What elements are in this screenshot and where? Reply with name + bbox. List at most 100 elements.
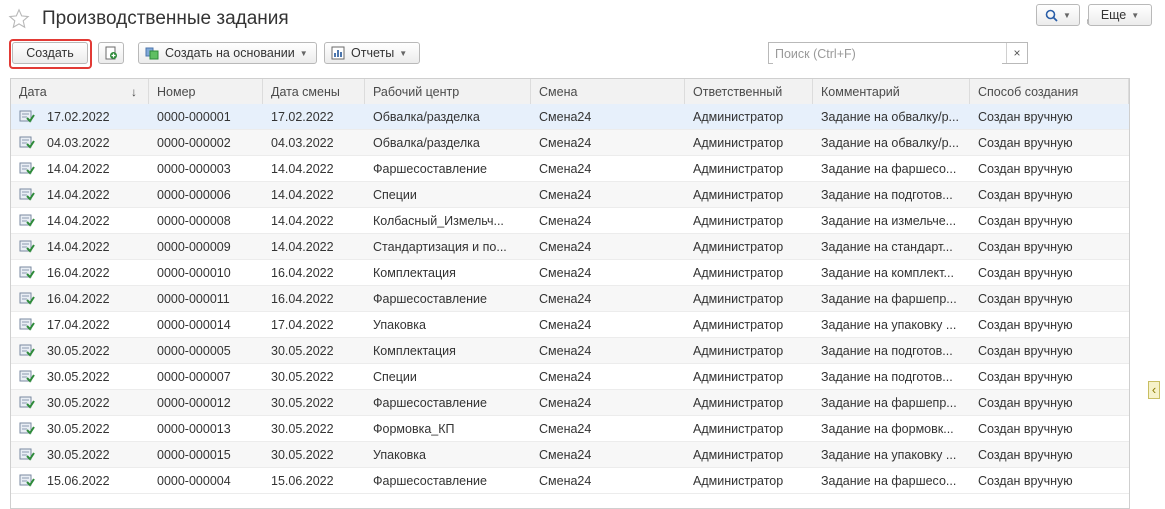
column-header-creation-method[interactable]: Способ создания <box>970 79 1129 105</box>
cell-responsible: Администратор <box>693 396 784 410</box>
cell-shift: Смена24 <box>539 448 592 462</box>
cell-shift: Смена24 <box>539 422 592 436</box>
cell-responsible: Администратор <box>693 188 784 202</box>
table-row[interactable]: 14.04.2022 0000-000009 14.04.2022 Стандарти… <box>11 234 1129 260</box>
cell-comment: Задание на фаршепр... <box>821 292 957 306</box>
more-button[interactable]: Еще ▼ <box>1088 4 1152 26</box>
cell-work-center: Упаковка <box>373 448 426 462</box>
cell-work-center: Фаршесоставление <box>373 292 487 306</box>
cell-number: 0000-000008 <box>157 214 231 228</box>
cell-number: 0000-000012 <box>157 396 231 410</box>
cell-comment: Задание на упаковку ... <box>821 318 957 332</box>
table-row[interactable]: 30.05.2022 0000-000013 30.05.2022 Формовка_… <box>11 416 1129 442</box>
cell-date: 30.05.2022 <box>47 422 110 436</box>
cell-shift: Смена24 <box>539 136 592 150</box>
table-row[interactable]: 30.05.2022 0000-000007 30.05.2022 Специи Сме… <box>11 364 1129 390</box>
column-header-shift-date[interactable]: Дата смены <box>263 79 365 105</box>
cell-shift: Смена24 <box>539 188 592 202</box>
table-row[interactable]: 30.05.2022 0000-000012 30.05.2022 Фаршесост… <box>11 390 1129 416</box>
column-header-shift[interactable]: Смена <box>531 79 685 105</box>
column-header-date[interactable]: Дата ↓ <box>11 79 149 105</box>
create-on-basis-icon <box>145 47 159 60</box>
document-posted-icon <box>19 214 35 227</box>
cell-creation-method: Создан вручную <box>978 110 1073 124</box>
cell-shift-date: 30.05.2022 <box>271 396 334 410</box>
reports-icon <box>331 46 345 60</box>
document-posted-icon <box>19 318 35 331</box>
table-row[interactable]: 17.02.2022 0000-000001 17.02.2022 Обвалка/р… <box>11 104 1129 130</box>
column-header-number[interactable]: Номер <box>149 79 263 105</box>
create-on-basis-button[interactable]: Создать на основании ▼ <box>138 42 317 64</box>
cell-date: 04.03.2022 <box>47 136 110 150</box>
create-on-basis-label: Создать на основании <box>165 46 295 60</box>
search-field[interactable]: × <box>768 42 1028 64</box>
cell-number: 0000-000001 <box>157 110 231 124</box>
cell-date: 30.05.2022 <box>47 344 110 358</box>
add-document-icon <box>105 46 117 60</box>
cell-responsible: Администратор <box>693 448 784 462</box>
documents-table: Дата ↓ Номер Дата смены Рабочий центр Сме… <box>10 78 1130 509</box>
cell-responsible: Администратор <box>693 292 784 306</box>
cell-work-center: Комплектация <box>373 344 456 358</box>
table-row[interactable]: 15.06.2022 0000-000004 15.06.2022 Фаршесост… <box>11 468 1129 494</box>
table-row[interactable]: 16.04.2022 0000-000011 16.04.2022 Фаршесост… <box>11 286 1129 312</box>
more-label: Еще <box>1100 8 1127 22</box>
cell-comment: Задание на подготов... <box>821 344 953 358</box>
cell-shift-date: 04.03.2022 <box>271 136 334 150</box>
cell-comment: Задание на фаршесо... <box>821 162 957 176</box>
cell-work-center: Фаршесоставление <box>373 474 487 488</box>
cell-work-center: Обвалка/разделка <box>373 110 480 124</box>
column-header-label: Дата <box>19 85 47 99</box>
search-button[interactable]: ▼ <box>1036 4 1080 26</box>
cell-shift: Смена24 <box>539 474 592 488</box>
document-posted-icon <box>19 474 35 487</box>
cell-shift: Смена24 <box>539 318 592 332</box>
cell-responsible: Администратор <box>693 370 784 384</box>
cell-date: 30.05.2022 <box>47 396 110 410</box>
add-copy-button[interactable] <box>98 42 124 64</box>
reports-button[interactable]: Отчеты ▼ <box>324 42 420 64</box>
document-posted-icon <box>19 370 35 383</box>
column-header-comment[interactable]: Комментарий <box>813 79 970 105</box>
table-row[interactable]: 14.04.2022 0000-000008 14.04.2022 Колбасный… <box>11 208 1129 234</box>
table-row[interactable]: 30.05.2022 0000-000005 30.05.2022 Комплекта… <box>11 338 1129 364</box>
cell-date: 14.04.2022 <box>47 162 110 176</box>
cell-date: 14.04.2022 <box>47 188 110 202</box>
create-button[interactable]: Создать <box>12 42 88 64</box>
cell-work-center: Фаршесоставление <box>373 396 487 410</box>
column-header-work-center[interactable]: Рабочий центр <box>365 79 531 105</box>
column-header-responsible[interactable]: Ответственный <box>685 79 813 105</box>
document-posted-icon <box>19 292 35 305</box>
cell-number: 0000-000006 <box>157 188 231 202</box>
chevron-down-icon: ▼ <box>399 48 408 58</box>
cell-comment: Задание на обвалку/р... <box>821 136 959 150</box>
cell-shift-date: 30.05.2022 <box>271 422 334 436</box>
sort-arrow-icon: ↓ <box>131 85 137 99</box>
cell-number: 0000-000007 <box>157 370 231 384</box>
cell-shift: Смена24 <box>539 214 592 228</box>
cell-comment: Задание на упаковку ... <box>821 448 957 462</box>
star-icon[interactable] <box>8 8 30 30</box>
cell-work-center: Упаковка <box>373 318 426 332</box>
cell-shift-date: 16.04.2022 <box>271 292 334 306</box>
table-row[interactable]: 16.04.2022 0000-000010 16.04.2022 Комплекта… <box>11 260 1129 286</box>
cell-date: 30.05.2022 <box>47 448 110 462</box>
cell-comment: Задание на фаршепр... <box>821 396 957 410</box>
document-posted-icon <box>19 110 35 123</box>
table-row[interactable]: 17.04.2022 0000-000014 17.04.2022 Упаковка С… <box>11 312 1129 338</box>
cell-work-center: Колбасный_Измельч... <box>373 214 504 228</box>
table-row[interactable]: 14.04.2022 0000-000003 14.04.2022 Фаршесост… <box>11 156 1129 182</box>
chevron-left-icon[interactable]: ‹ <box>1148 381 1160 399</box>
cell-creation-method: Создан вручную <box>978 240 1073 254</box>
cell-comment: Задание на подготов... <box>821 370 953 384</box>
table-row[interactable]: 30.05.2022 0000-000015 30.05.2022 Упаковка С… <box>11 442 1129 468</box>
table-row[interactable]: 04.03.2022 0000-000002 04.03.2022 Обвалка/р… <box>11 130 1129 156</box>
cell-number: 0000-000005 <box>157 344 231 358</box>
cell-number: 0000-000010 <box>157 266 231 280</box>
cell-number: 0000-000015 <box>157 448 231 462</box>
cell-creation-method: Создан вручную <box>978 214 1073 228</box>
table-row[interactable]: 14.04.2022 0000-000006 14.04.2022 Специи Сме… <box>11 182 1129 208</box>
document-posted-icon <box>19 344 35 357</box>
clear-search-icon[interactable]: × <box>1006 43 1027 63</box>
search-input[interactable] <box>773 44 1002 64</box>
